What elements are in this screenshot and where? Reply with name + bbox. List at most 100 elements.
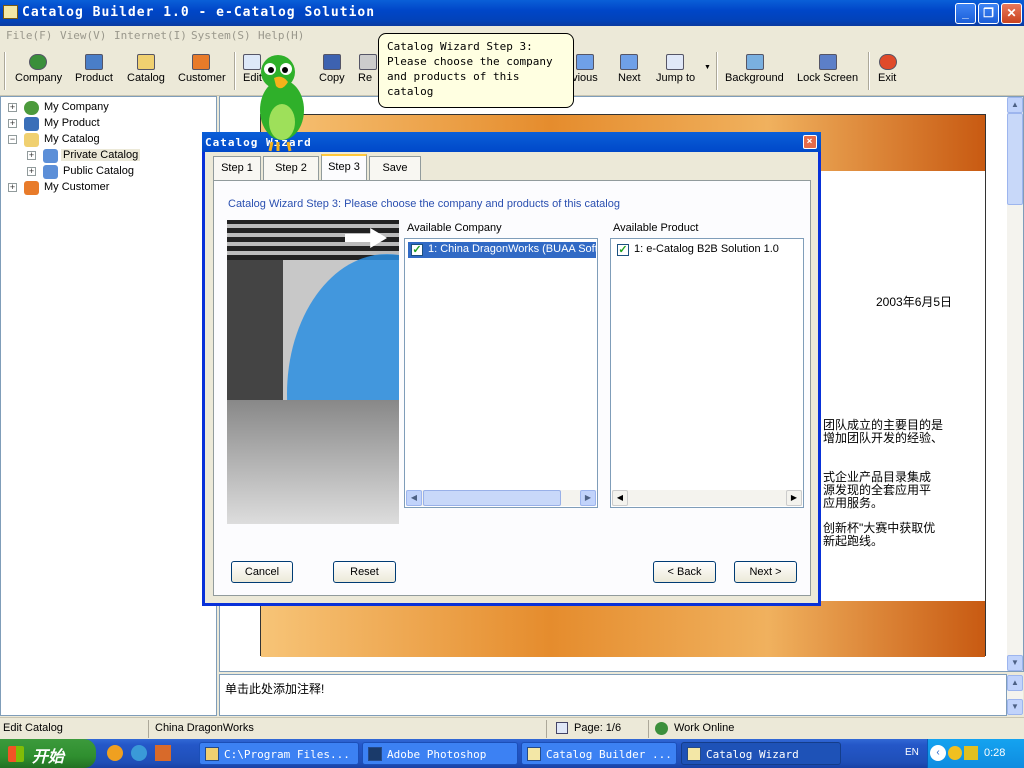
- footer-banner: [261, 601, 985, 657]
- media-player-icon[interactable]: [107, 745, 123, 761]
- catalog-button[interactable]: Catalog: [124, 46, 168, 94]
- restore-button[interactable]: ❐: [978, 3, 999, 24]
- available-product-label: Available Product: [613, 222, 699, 234]
- scroll-thumb[interactable]: [1007, 113, 1023, 205]
- tab-step-1[interactable]: Step 1: [213, 156, 261, 180]
- wizard-image: [227, 220, 399, 524]
- tab-panel: Catalog Wizard Step 3: Please choose the…: [213, 180, 811, 596]
- tab-step-3[interactable]: Step 3: [321, 154, 367, 181]
- close-icon[interactable]: ×: [803, 135, 817, 149]
- scroll-right-icon[interactable]: ▶: [580, 490, 596, 506]
- assistant-tooltip: Catalog Wizard Step 3: Please choose the…: [378, 33, 574, 108]
- customer-icon: [24, 181, 39, 195]
- catalog-icon: [137, 54, 155, 70]
- arrow-left-icon: [576, 54, 594, 70]
- tray-icon[interactable]: [964, 746, 978, 760]
- next-toolbar-button[interactable]: Next: [612, 46, 646, 94]
- product-hscrollbar[interactable]: ◀ ▶: [612, 490, 802, 506]
- task-catalog-builder[interactable]: Catalog Builder ...: [521, 742, 677, 765]
- product-icon: [85, 54, 103, 70]
- menu-view[interactable]: View(V): [60, 29, 106, 42]
- internet-explorer-icon[interactable]: [131, 745, 147, 761]
- tab-save[interactable]: Save: [369, 156, 421, 180]
- menu-file[interactable]: File(F): [6, 29, 52, 42]
- windows-logo-icon: [8, 746, 24, 762]
- scroll-thumb[interactable]: [423, 490, 561, 506]
- tray-icon[interactable]: [948, 746, 962, 760]
- document-date: 2003年6月5日: [876, 295, 953, 309]
- expand-icon[interactable]: +: [27, 167, 36, 176]
- exit-button[interactable]: Exit: [874, 46, 902, 94]
- task-catalog-wizard[interactable]: Catalog Wizard: [681, 742, 841, 765]
- list-item-company[interactable]: ✓ 1: China DragonWorks (BUAA Soft: [408, 242, 596, 258]
- start-button[interactable]: 开始: [0, 739, 96, 768]
- company-hscrollbar[interactable]: ◀ ▶: [406, 490, 596, 506]
- expand-icon[interactable]: +: [8, 183, 17, 192]
- notes-field[interactable]: 单击此处添加注释!: [219, 674, 1007, 716]
- re-button[interactable]: Re: [354, 46, 378, 94]
- re-icon: [359, 54, 377, 70]
- scroll-left-icon[interactable]: ◀: [612, 490, 628, 506]
- notes-scrollbar[interactable]: ▲ ▼: [1007, 675, 1023, 715]
- status-company: China DragonWorks: [155, 722, 254, 734]
- scroll-up-icon[interactable]: ▲: [1007, 97, 1023, 113]
- checkbox-checked-icon[interactable]: ✓: [411, 244, 423, 256]
- lock-screen-button[interactable]: Lock Screen: [794, 46, 862, 94]
- window-title: Catalog Builder 1.0 - e-Catalog Solution: [22, 5, 376, 20]
- language-indicator[interactable]: EN: [905, 747, 919, 758]
- jump-to-button[interactable]: Jump to ▼: [652, 46, 712, 94]
- menu-help[interactable]: Help(H): [258, 29, 304, 42]
- cancel-button[interactable]: Cancel: [231, 561, 293, 583]
- power-icon: [879, 54, 897, 70]
- checkbox-checked-icon[interactable]: ✓: [617, 244, 629, 256]
- tab-step-2[interactable]: Step 2: [263, 156, 319, 180]
- step-description: Catalog Wizard Step 3: Please choose the…: [228, 198, 620, 210]
- menu-internet[interactable]: Internet(I): [114, 29, 187, 42]
- copy-icon: [323, 54, 341, 70]
- expand-icon[interactable]: +: [8, 119, 17, 128]
- product-button[interactable]: Product: [70, 46, 118, 94]
- company-list[interactable]: ✓ 1: China DragonWorks (BUAA Soft ◀ ▶: [404, 238, 598, 508]
- copy-button[interactable]: Copy: [314, 46, 350, 94]
- company-button[interactable]: Company: [10, 46, 66, 94]
- reset-button[interactable]: Reset: [333, 561, 396, 583]
- product-icon: [24, 117, 39, 131]
- scroll-down-icon[interactable]: ▼: [1007, 699, 1023, 715]
- tray-arrow-icon[interactable]: ‹: [930, 745, 946, 761]
- app-icon: [687, 747, 701, 761]
- status-mode: Edit Catalog: [3, 722, 63, 734]
- chevron-down-icon[interactable]: ▼: [704, 64, 711, 71]
- scroll-down-icon[interactable]: ▼: [1007, 655, 1023, 671]
- product-list[interactable]: ✓ 1: e-Catalog B2B Solution 1.0 ◀ ▶: [610, 238, 804, 508]
- parrot-assistant-icon[interactable]: [248, 52, 316, 152]
- quick-launch-icon[interactable]: [155, 745, 171, 761]
- next-button[interactable]: Next >: [734, 561, 797, 583]
- collapse-icon[interactable]: −: [8, 135, 17, 144]
- close-button[interactable]: ✕: [1001, 3, 1022, 24]
- photoshop-icon: [368, 747, 382, 761]
- scroll-right-icon[interactable]: ▶: [786, 490, 802, 506]
- scroll-left-icon[interactable]: ◀: [406, 490, 422, 506]
- title-bar[interactable]: Catalog Builder 1.0 - e-Catalog Solution…: [0, 0, 1024, 26]
- expand-icon[interactable]: +: [8, 103, 17, 112]
- list-item-product[interactable]: ✓ 1: e-Catalog B2B Solution 1.0: [614, 242, 802, 258]
- task-photoshop[interactable]: Adobe Photoshop: [362, 742, 518, 765]
- task-program-files[interactable]: C:\Program Files...: [199, 742, 359, 765]
- scroll-up-icon[interactable]: ▲: [1007, 675, 1023, 691]
- background-icon: [746, 54, 764, 70]
- lock-icon: [819, 54, 837, 70]
- vertical-scrollbar[interactable]: ▲ ▼: [1007, 97, 1023, 671]
- catalog-tree[interactable]: + My Company + My Product − My Catalog +…: [0, 96, 217, 716]
- minimize-button[interactable]: _: [955, 3, 976, 24]
- status-page: Page: 1/6: [574, 722, 622, 734]
- back-button[interactable]: < Back: [653, 561, 716, 583]
- app-icon[interactable]: [3, 5, 18, 19]
- customer-button[interactable]: Customer: [174, 46, 228, 94]
- expand-icon[interactable]: +: [27, 151, 36, 160]
- system-tray: EN ‹ 0:28: [905, 739, 1024, 768]
- page-icon: [556, 722, 568, 734]
- background-button[interactable]: Background: [722, 46, 788, 94]
- arrow-right-icon: [620, 54, 638, 70]
- menu-system[interactable]: System(S): [191, 29, 251, 42]
- app-icon: [527, 747, 541, 761]
